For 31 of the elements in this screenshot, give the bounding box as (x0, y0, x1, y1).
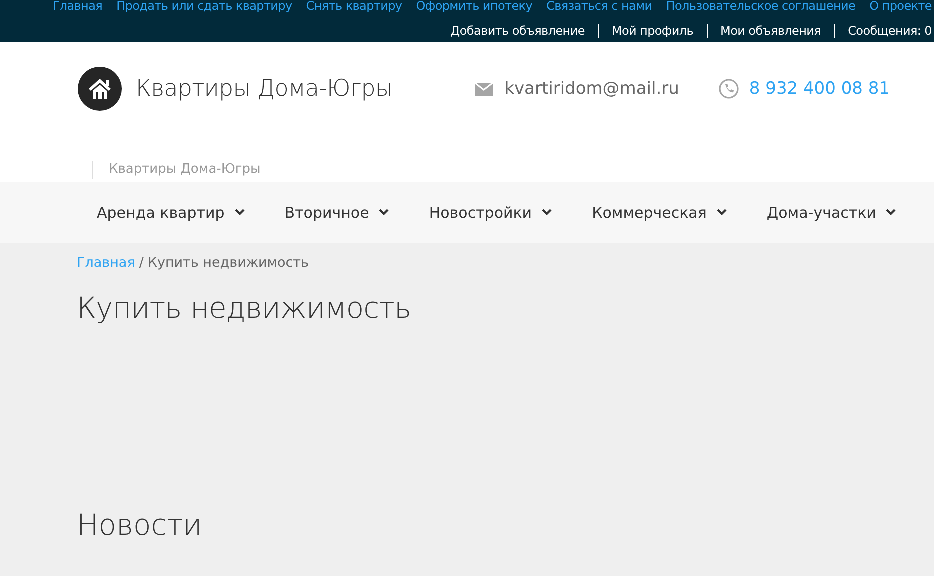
breadcrumb-separator: / (139, 255, 144, 271)
user-menu-link[interactable]: Мои объявления (720, 24, 822, 38)
house-logo-icon[interactable] (78, 67, 122, 111)
nav-menu-item[interactable]: Дома-участки (766, 204, 896, 222)
section-title: Новости (77, 508, 204, 542)
top-menu-link[interactable]: Связаться с нами (546, 0, 652, 13)
top-menu-link[interactable]: Пользовательское соглашение (666, 0, 856, 13)
page-title: Купить недвижимость (77, 291, 412, 325)
top-menu-link[interactable]: Снять квартиру (306, 0, 402, 13)
top-menu-link[interactable]: О проекте (870, 0, 932, 13)
chevron-down-icon (886, 209, 896, 216)
tagline: Квартиры Дома-Югры (92, 161, 934, 179)
nav-menu-item[interactable]: Коммерческая (592, 204, 727, 222)
chevron-down-icon (716, 209, 727, 216)
envelope-icon (474, 82, 493, 96)
email-text: kvartiridom@mail.ru (504, 79, 680, 99)
chevron-down-icon (542, 209, 552, 216)
chevron-down-icon (234, 209, 245, 216)
breadcrumb-current: Купить недвижимость (148, 255, 309, 271)
nav-menu-item[interactable]: Новостройки (429, 204, 552, 222)
user-menu-link[interactable]: Добавить объявление (450, 24, 585, 38)
nav-menu-item[interactable]: Вторичное (284, 204, 390, 222)
nav-menu-item[interactable]: Аренда квартир (97, 204, 245, 222)
phone-icon (719, 79, 740, 99)
top-menu-link[interactable]: Продать или сдать квартиру (116, 0, 292, 13)
chevron-down-icon (379, 209, 390, 216)
site-title[interactable]: Квартиры Дома-Югры (136, 76, 393, 102)
top-menu-link[interactable]: Оформить ипотеку (416, 0, 533, 13)
top-menu-link[interactable]: Главная (52, 0, 103, 13)
user-menu-link[interactable]: Мой профиль (612, 24, 694, 38)
user-menu-link[interactable]: Сообщения: 0 (848, 24, 932, 38)
